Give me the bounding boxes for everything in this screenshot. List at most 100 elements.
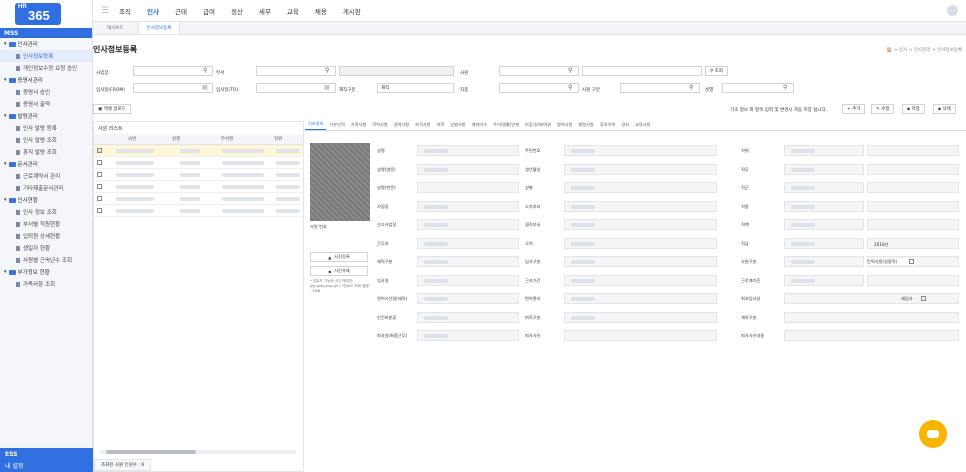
save-button[interactable]: ▪ 저장 bbox=[902, 104, 925, 114]
field-value-grade-2[interactable] bbox=[867, 182, 959, 193]
sidebar-item[interactable]: 인사 발령 등록 bbox=[0, 122, 92, 134]
hire-from-input[interactable] bbox=[133, 83, 213, 93]
detail-tab[interactable]: 기초정보 bbox=[305, 119, 327, 130]
sidebar-item[interactable]: 사원별 근속년수 조회 bbox=[0, 254, 92, 266]
calendar-icon[interactable]: ▦ bbox=[202, 84, 208, 91]
hamburger-icon[interactable]: ☰ bbox=[101, 6, 109, 16]
field-value-dept[interactable] bbox=[564, 200, 717, 212]
tab-hr-register[interactable]: 인사정보등록 bbox=[137, 21, 181, 34]
field-value-retire_note[interactable] bbox=[784, 330, 959, 341]
field-value-title-2[interactable] bbox=[867, 163, 959, 175]
nav-item[interactable]: 급여 bbox=[203, 6, 215, 16]
ess-menu[interactable]: ESS 내 설정 bbox=[0, 448, 93, 472]
sidebar-item[interactable]: 입퇴원 상세현황 bbox=[0, 230, 92, 242]
nav-item[interactable]: 인사 bbox=[147, 6, 159, 16]
col-emp-no[interactable]: 사번 bbox=[108, 136, 156, 142]
detail-tab[interactable]: 경지 bbox=[618, 120, 632, 130]
sidebar-item[interactable]: 근로계약서 관리 bbox=[0, 170, 92, 182]
row-checkbox[interactable] bbox=[97, 184, 102, 189]
sidebar-item[interactable]: 가족사항 조회 bbox=[0, 278, 92, 290]
field-value-workplace[interactable] bbox=[417, 237, 519, 249]
field-value-level[interactable] bbox=[784, 237, 864, 249]
detail-tab[interactable]: 계약이수 bbox=[469, 120, 490, 130]
field-value-site[interactable] bbox=[417, 200, 519, 212]
field-value-retire[interactable] bbox=[417, 330, 519, 341]
field-value-concurrent[interactable] bbox=[564, 219, 717, 230]
detail-tab[interactable]: 병역사항 bbox=[554, 120, 575, 130]
detail-tab[interactable]: 어학 bbox=[434, 120, 448, 130]
field-value-rank-2[interactable] bbox=[867, 219, 959, 230]
field-value-birth[interactable] bbox=[564, 163, 717, 175]
sidebar-item[interactable]: 증명서 출력 bbox=[0, 98, 92, 110]
detail-tab[interactable]: 보훈/장애/여권 bbox=[522, 120, 554, 130]
field-value-resident[interactable] bbox=[564, 145, 717, 156]
delete-button[interactable]: ▪ 삭제 bbox=[933, 104, 956, 114]
field-value-rank[interactable] bbox=[784, 219, 864, 230]
sidebar-group[interactable]: ▾ 발령관리 bbox=[0, 110, 92, 122]
field-value-personnel[interactable] bbox=[417, 311, 519, 323]
field-value-title[interactable] bbox=[784, 163, 864, 175]
emp-name-input[interactable] bbox=[582, 66, 702, 76]
sidebar-item[interactable]: 증명서 승인 bbox=[0, 86, 92, 98]
emp-input[interactable] bbox=[499, 66, 579, 76]
detail-tab[interactable]: 자격사항 bbox=[412, 120, 433, 130]
nav-item[interactable]: 조직 bbox=[119, 6, 131, 16]
field-value-job-2[interactable] bbox=[867, 200, 959, 212]
field-value-contract_start-2[interactable] bbox=[867, 274, 959, 286]
field-value-job[interactable] bbox=[784, 200, 864, 212]
tab-dashboard[interactable]: 대시보드 bbox=[99, 22, 132, 34]
field-value-hire_type[interactable] bbox=[564, 256, 717, 267]
field-value-grade[interactable] bbox=[784, 182, 864, 193]
table-row[interactable] bbox=[94, 157, 303, 169]
edit-button[interactable]: ✎ 수정 bbox=[871, 104, 895, 114]
nav-item[interactable]: 세무 bbox=[259, 6, 271, 16]
detail-tab[interactable]: 휴직이력 bbox=[597, 120, 618, 130]
nav-item[interactable]: 근태 bbox=[175, 6, 187, 16]
field-value-contract_start[interactable] bbox=[784, 274, 864, 286]
field-value-name[interactable] bbox=[417, 145, 519, 156]
sidebar-item[interactable]: 개인정보수정 요청 승인 bbox=[0, 62, 92, 74]
field-value-emp_type[interactable] bbox=[784, 256, 864, 267]
nav-item[interactable]: 게시판 bbox=[343, 6, 361, 16]
sidebar-item[interactable]: 기타제출문서관리 bbox=[0, 182, 92, 194]
status-select[interactable]: 재직 bbox=[377, 83, 454, 93]
photo-register-button[interactable]: ▲ 사진등록 bbox=[310, 252, 368, 262]
sidebar-group[interactable]: ▾ 부가정보 현황 bbox=[0, 266, 92, 278]
col-position[interactable]: 직위 bbox=[258, 136, 298, 142]
duty-input[interactable] bbox=[499, 83, 579, 93]
field-value-name_cn[interactable] bbox=[417, 182, 519, 193]
table-row[interactable] bbox=[94, 193, 303, 205]
field-value-level-2[interactable]: 2018년 bbox=[867, 237, 959, 249]
detail-tab[interactable]: 상벌사항 bbox=[447, 120, 468, 130]
site-input[interactable] bbox=[133, 66, 213, 76]
row-checkbox[interactable] bbox=[97, 172, 102, 177]
field-value-certified[interactable] bbox=[564, 293, 717, 304]
field-value-position[interactable] bbox=[784, 145, 864, 156]
sidebar-group[interactable]: ▾ 인사관리 bbox=[0, 38, 92, 50]
field-value-probation[interactable] bbox=[784, 293, 959, 304]
row-checkbox[interactable]: ✓ bbox=[97, 148, 102, 153]
calendar-icon[interactable]: ▦ bbox=[324, 84, 330, 91]
app-logo[interactable]: HR 365 bbox=[0, 0, 93, 28]
search-icon[interactable]: ⚲ bbox=[689, 84, 693, 91]
dept-input[interactable] bbox=[256, 66, 336, 76]
field-value-retire_reason[interactable] bbox=[564, 330, 717, 341]
detail-tab[interactable]: 가족사항 bbox=[348, 120, 369, 130]
search-icon[interactable]: ⚲ bbox=[568, 67, 572, 74]
row-checkbox[interactable] bbox=[97, 196, 102, 201]
detail-tab[interactable]: 발령사항 bbox=[575, 120, 596, 130]
chatbot-icon[interactable] bbox=[919, 420, 947, 448]
detail-tab[interactable]: 학력사항 bbox=[369, 120, 390, 130]
search-icon[interactable]: ⚲ bbox=[325, 67, 329, 74]
add-button[interactable]: + 추가 bbox=[842, 104, 866, 114]
search-icon[interactable]: ⚲ bbox=[783, 84, 787, 91]
emp-type-input[interactable] bbox=[620, 83, 700, 93]
sidebar-item[interactable]: 인사 정보 조회 bbox=[0, 206, 92, 218]
table-row[interactable] bbox=[94, 181, 303, 193]
sidebar-item[interactable]: 인사 발령 조회 bbox=[0, 134, 92, 146]
field-value-emp_class[interactable] bbox=[417, 256, 519, 267]
table-row[interactable]: ✓ bbox=[94, 145, 303, 157]
col-dept[interactable]: 부서명 bbox=[196, 136, 258, 142]
horizontal-scrollbar[interactable] bbox=[100, 450, 296, 454]
detail-tab[interactable]: 경력사항 bbox=[391, 120, 412, 130]
